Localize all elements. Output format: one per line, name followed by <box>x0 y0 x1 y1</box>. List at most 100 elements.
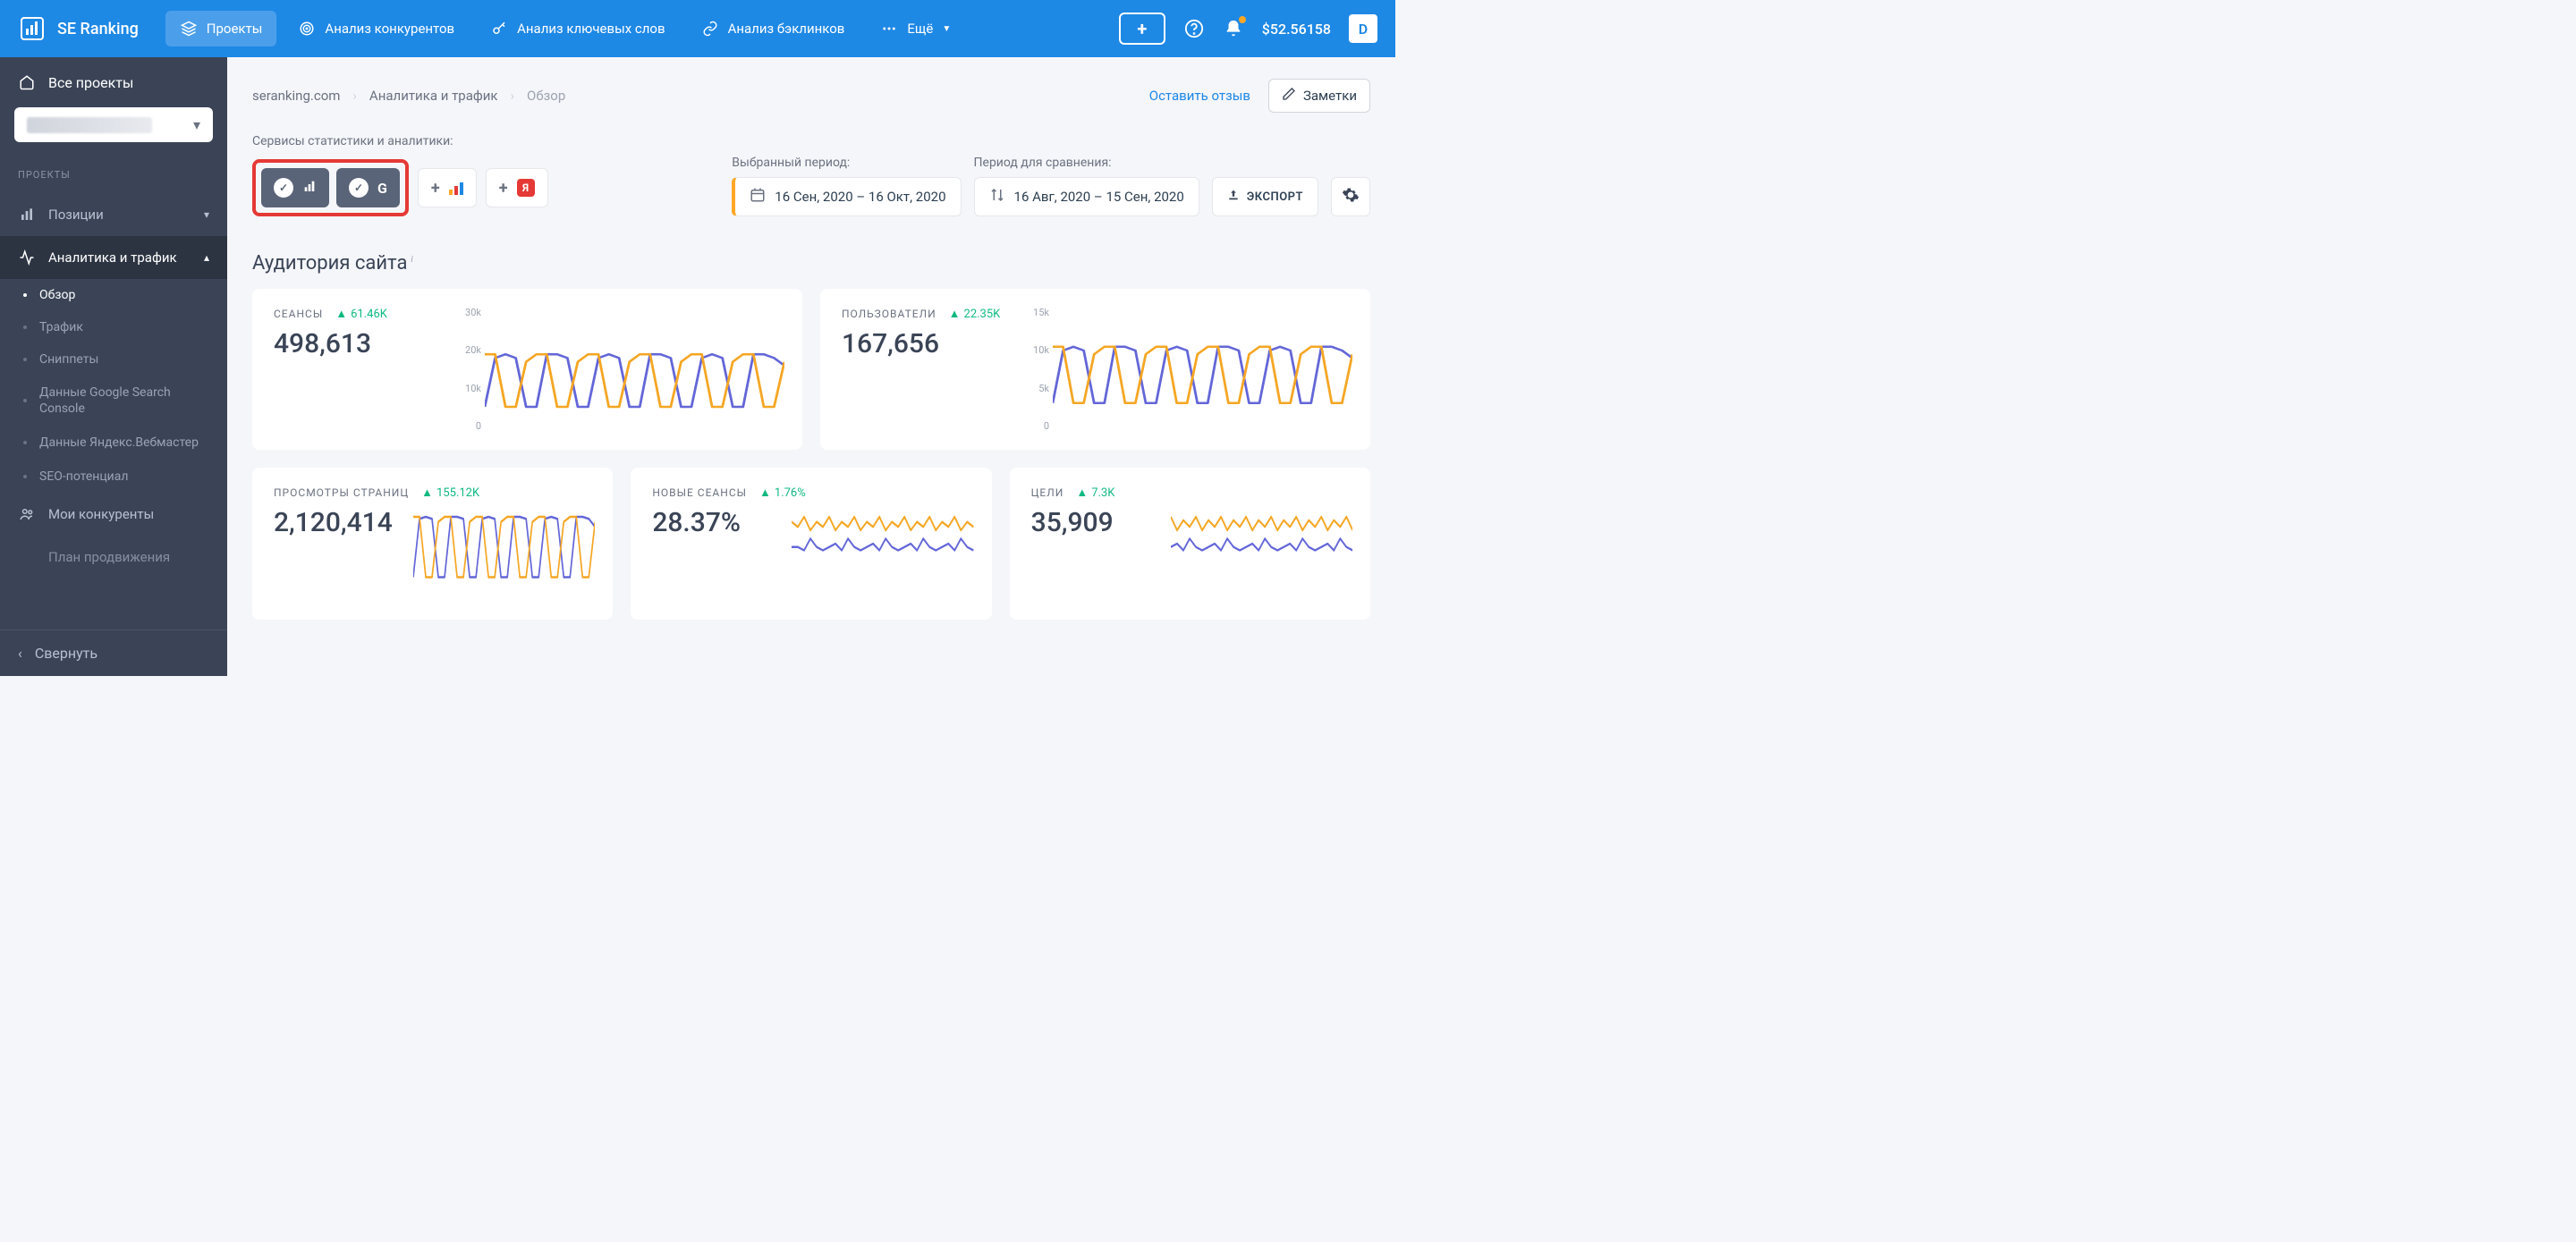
bars-icon <box>302 179 317 197</box>
period-selected-label: Выбранный период: <box>732 156 961 170</box>
export-button[interactable]: ЭКСПОРТ <box>1212 177 1318 216</box>
chevron-down-icon: ▾ <box>193 116 200 133</box>
nav-more[interactable]: Ещё ▼ <box>866 11 965 46</box>
logo[interactable]: SE Ranking <box>18 14 139 43</box>
project-selector[interactable]: ▾ <box>14 107 213 142</box>
services-label: Сервисы статистики и аналитики: <box>252 134 548 148</box>
avatar[interactable]: D <box>1349 14 1377 43</box>
upload-icon <box>1227 189 1240 205</box>
card-label: ПРОСМОТРЫ СТРАНИЦ <box>274 486 409 499</box>
settings-button[interactable] <box>1331 177 1370 216</box>
pulse-icon <box>18 249 36 266</box>
ga-icon <box>449 181 463 195</box>
edit-icon <box>1282 87 1296 105</box>
section-audience-title: Аудитория сайтаi <box>227 234 1395 289</box>
breadcrumb: seranking.com › Аналитика и трафик › Обз… <box>227 57 1395 134</box>
chevron-up-icon: ▴ <box>204 251 209 264</box>
breadcrumb-current: Обзор <box>527 88 565 104</box>
sidebar-section-label: ПРОЕКТЫ <box>0 156 227 193</box>
service-add-ga[interactable]: + <box>418 168 477 207</box>
swap-icon <box>989 187 1005 207</box>
service-add-yandex[interactable]: + Я <box>486 168 548 207</box>
bars-icon <box>18 206 36 224</box>
key-icon <box>490 20 508 38</box>
card-label: ПОЛЬЗОВАТЕЛИ <box>842 308 936 320</box>
users-icon <box>18 505 36 523</box>
period-selected[interactable]: 16 Сен, 2020 – 16 Окт, 2020 <box>732 177 961 216</box>
card-delta: ▲ 22.35K <box>949 307 1001 321</box>
highlighted-services: ✓ ✓ G <box>252 159 409 216</box>
balance[interactable]: $52.56158 <box>1262 21 1331 38</box>
card-sessions[interactable]: СЕАНСЫ ▲ 61.46K 498,613 30k20k10k0 <box>252 289 802 450</box>
help-icon[interactable] <box>1183 18 1205 39</box>
brand-name: SE Ranking <box>57 20 139 38</box>
sidebar-sub-traffic[interactable]: Трафик <box>0 311 227 343</box>
card-new-sessions[interactable]: НОВЫЕ СЕАНСЫ ▲ 1.76% 28.37% <box>631 468 991 620</box>
sidebar-sub-overview[interactable]: Обзор <box>0 279 227 311</box>
sidebar-plan[interactable]: План продвижения <box>0 536 227 579</box>
sidebar-positions[interactable]: Позиции ▾ <box>0 193 227 236</box>
goals-chart <box>1171 512 1352 602</box>
nav-keywords[interactable]: Анализ ключевых слов <box>476 11 679 46</box>
yandex-icon: Я <box>517 179 535 197</box>
breadcrumb-sep: › <box>511 88 515 104</box>
main-content: seranking.com › Аналитика и трафик › Обз… <box>227 57 1395 676</box>
check-icon: ✓ <box>274 178 293 198</box>
sidebar-sub-yandex[interactable]: Данные Яндекс.Вебмастер <box>0 426 227 460</box>
sidebar-collapse[interactable]: ‹ Свернуть <box>0 629 227 676</box>
chevron-down-icon: ▾ <box>204 208 209 221</box>
breadcrumb-site[interactable]: seranking.com <box>252 88 340 104</box>
card-users[interactable]: ПОЛЬЗОВАТЕЛИ ▲ 22.35K 167,656 15k10k5k0 <box>820 289 1370 450</box>
check-icon: ✓ <box>349 178 369 198</box>
period-compare-label: Период для сравнения: <box>974 156 1199 170</box>
sidebar-all-projects[interactable]: Все проекты <box>0 57 227 107</box>
nav-backlinks[interactable]: Анализ бэклинков <box>687 11 860 46</box>
plus-icon: + <box>499 179 508 198</box>
sidebar: Все проекты ▾ ПРОЕКТЫ Позиции ▾ Аналитик… <box>0 57 227 676</box>
card-delta: ▲ 1.76% <box>759 486 806 500</box>
project-name-blurred <box>27 117 152 133</box>
gear-icon <box>1342 186 1360 207</box>
breadcrumb-section[interactable]: Аналитика и трафик <box>369 88 498 104</box>
target-icon <box>298 20 316 38</box>
dots-icon <box>880 20 898 38</box>
bell-icon[interactable] <box>1223 18 1244 39</box>
service-chip-google[interactable]: ✓ G <box>336 168 400 207</box>
link-icon <box>701 20 719 38</box>
notification-badge <box>1239 16 1246 23</box>
service-chip-seranking[interactable]: ✓ <box>261 168 329 207</box>
card-goals[interactable]: ЦЕЛИ ▲ 7.3K 35,909 <box>1010 468 1370 620</box>
sidebar-competitors[interactable]: Мои конкуренты <box>0 493 227 536</box>
layers-icon <box>180 20 198 38</box>
main-nav: Проекты Анализ конкурентов Анализ ключев… <box>165 11 965 46</box>
nav-competitors[interactable]: Анализ конкурентов <box>284 11 469 46</box>
home-icon <box>18 73 36 91</box>
card-pageviews[interactable]: ПРОСМОТРЫ СТРАНИЦ ▲ 155.12K 2,120,414 <box>252 468 613 620</box>
card-delta: ▲ 61.46K <box>335 307 387 321</box>
chevron-down-icon: ▼ <box>942 24 951 34</box>
sidebar-sub-seo[interactable]: SEO-потенциал <box>0 460 227 493</box>
sidebar-sub-gsc[interactable]: Данные Google Search Console <box>0 376 227 426</box>
card-delta: ▲ 155.12K <box>421 486 479 500</box>
topbar-right: + $52.56158 D <box>1119 13 1377 45</box>
pageviews-chart <box>413 512 595 602</box>
feedback-link[interactable]: Оставить отзыв <box>1149 88 1250 104</box>
breadcrumb-sep: › <box>352 88 357 104</box>
plus-icon: + <box>431 179 440 198</box>
google-icon: G <box>377 180 387 197</box>
sidebar-analytics[interactable]: Аналитика и трафик ▴ <box>0 236 227 279</box>
logo-icon <box>18 14 47 43</box>
topbar: SE Ranking Проекты Анализ конкурентов Ан… <box>0 0 1395 57</box>
add-button[interactable]: + <box>1119 13 1165 45</box>
card-delta: ▲ 7.3K <box>1076 486 1114 500</box>
calendar-icon <box>750 187 766 207</box>
sidebar-sub-snippets[interactable]: Сниппеты <box>0 343 227 376</box>
card-label: НОВЫЕ СЕАНСЫ <box>652 486 747 499</box>
nav-projects[interactable]: Проекты <box>165 11 277 46</box>
sessions-chart: 30k20k10k0 <box>485 307 784 432</box>
new-sessions-chart <box>792 512 973 602</box>
notes-button[interactable]: Заметки <box>1268 79 1370 113</box>
users-chart: 15k10k5k0 <box>1053 307 1352 432</box>
chevron-left-icon: ‹ <box>18 645 22 662</box>
period-compare[interactable]: 16 Авг, 2020 – 15 Сен, 2020 <box>974 177 1199 216</box>
